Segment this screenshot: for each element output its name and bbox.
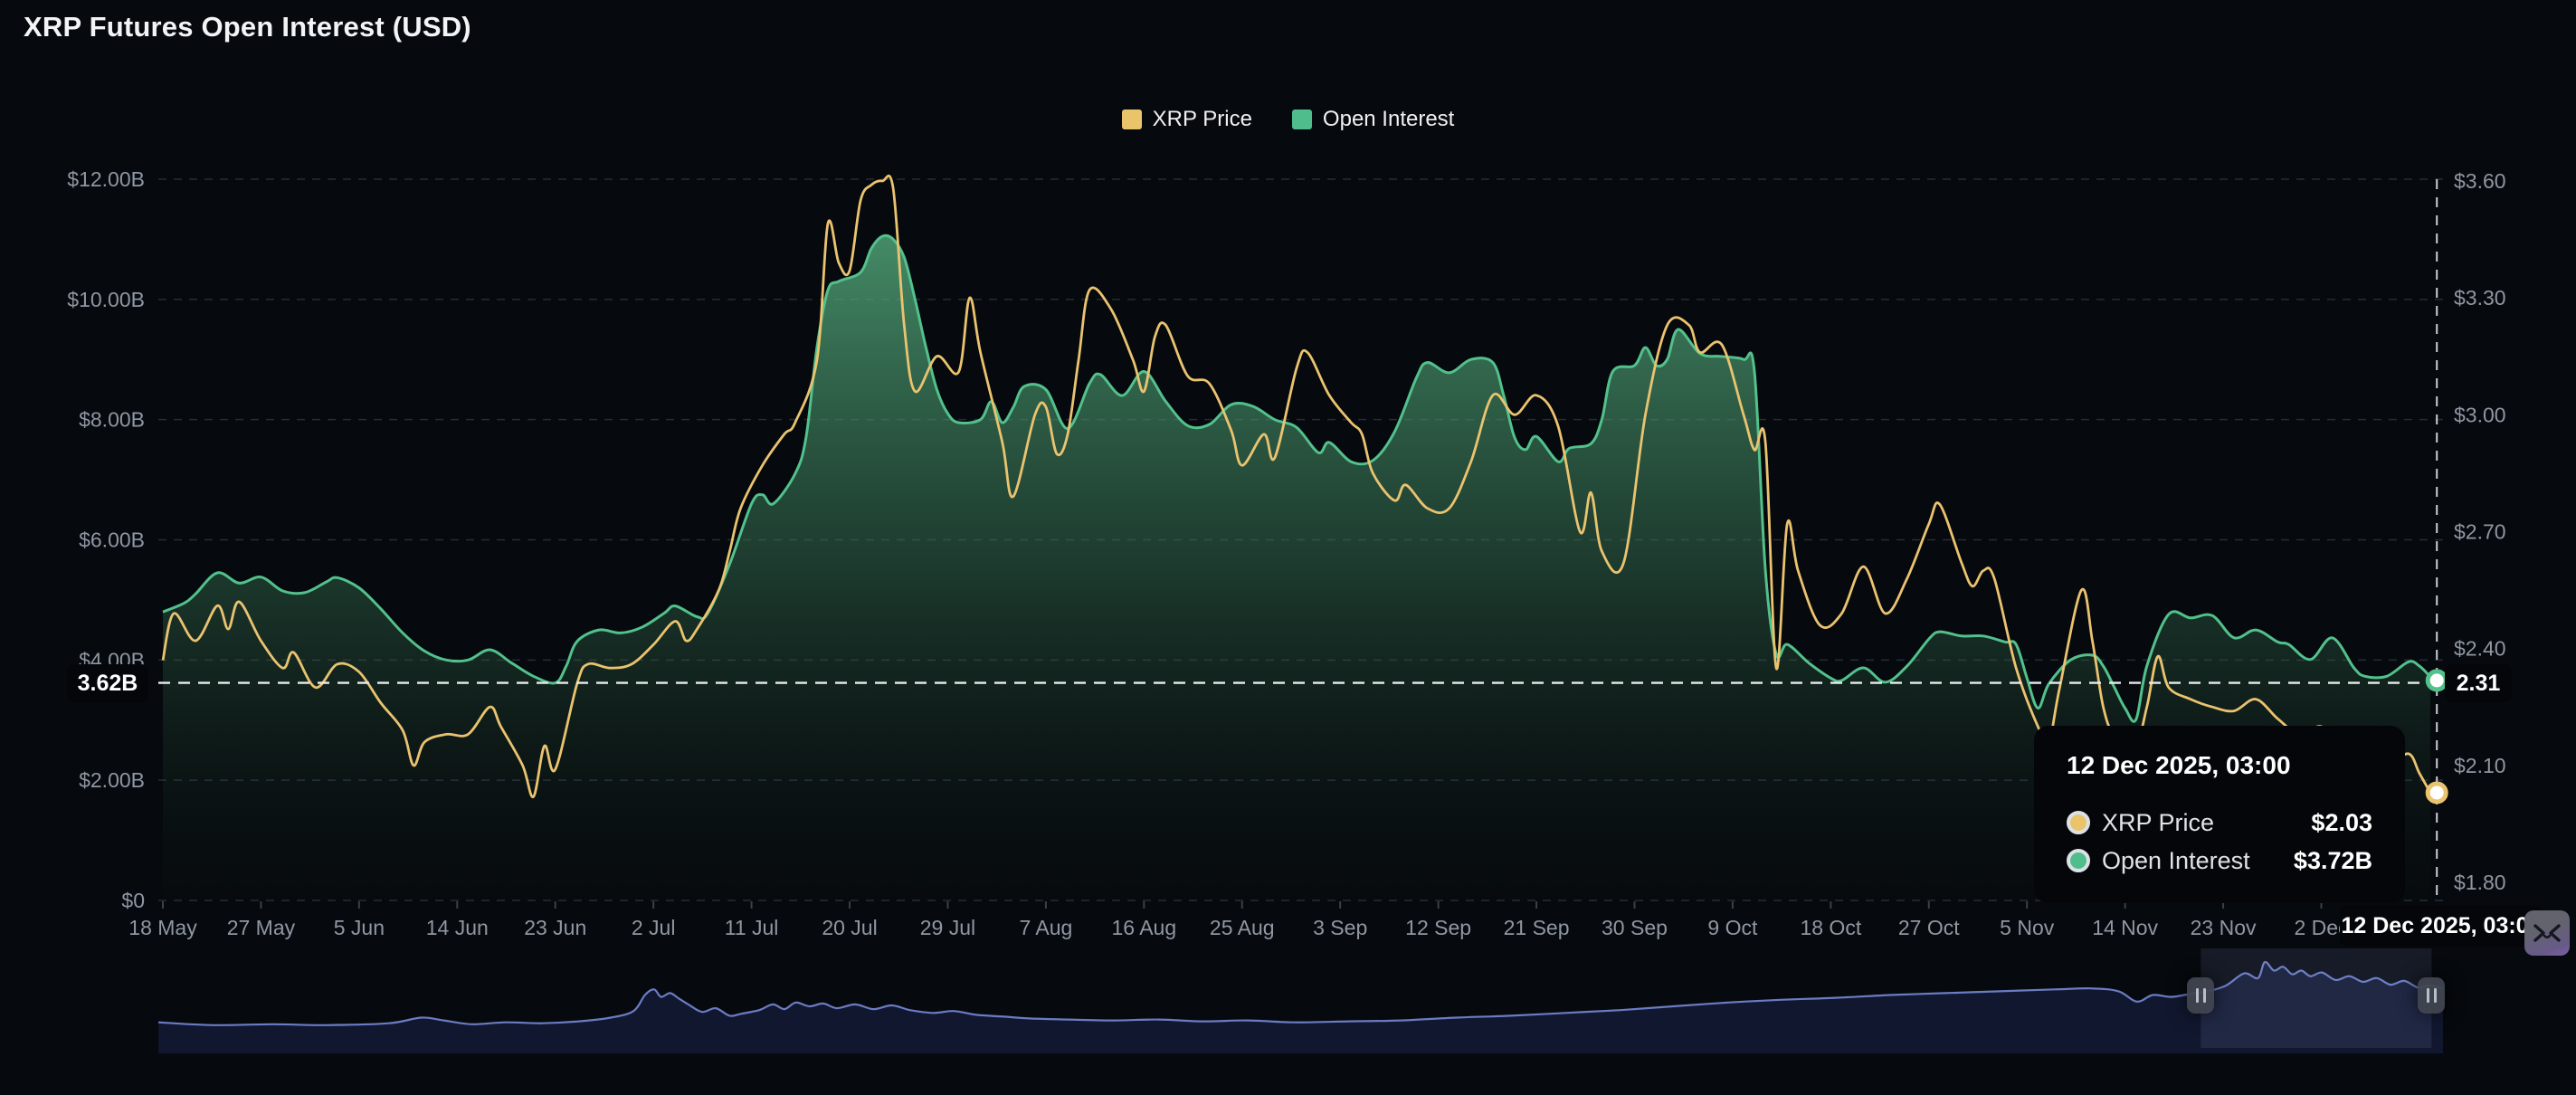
right-axis-tick: $3.00 [2454, 403, 2506, 426]
trading-chart-page: { "header": { "title": "XRP Futures Open… [0, 0, 2576, 1095]
left-axis-tick: $2.00B [79, 768, 145, 792]
right-axis-tick: $3.30 [2454, 286, 2506, 309]
x-axis-tick: 14 Jun [426, 916, 489, 939]
left-axis-tick: $12.00B [67, 167, 145, 191]
current-open-interest-badge: 3.62B [67, 664, 148, 702]
x-axis-tick: 23 Nov [2191, 916, 2257, 939]
x-axis-tick: 21 Sep [1504, 916, 1570, 939]
x-axis-tick: 18 May [128, 916, 197, 939]
tooltip-row-open-interest: Open Interest $3.72B [2067, 842, 2372, 880]
x-axis-tick: 9 Oct [1707, 916, 1758, 939]
tooltip-label-xrp-price: XRP Price [2102, 809, 2214, 837]
page-title: XRP Futures Open Interest (USD) [24, 11, 471, 43]
tooltip-label-open-interest: Open Interest [2102, 847, 2250, 875]
legend-label-open-interest: Open Interest [1323, 107, 1454, 132]
navigator-selection[interactable] [2201, 948, 2431, 1048]
navigator-left-handle[interactable] [2187, 977, 2214, 1014]
crosshair-date-badge: 12 Dec 2025, 03:00 [2340, 905, 2543, 947]
tooltip-row-xrp-price: XRP Price $2.03 [2067, 804, 2372, 842]
x-axis-tick: 23 Jun [524, 916, 586, 939]
left-axis-tick: $6.00B [79, 528, 145, 551]
x-axis-tick: 12 Sep [1405, 916, 1471, 939]
x-axis-tick: 27 May [227, 916, 296, 939]
open-interest-dot-icon [2067, 849, 2090, 872]
right-axis-tick: $2.10 [2454, 754, 2506, 777]
open-interest-swatch-icon [1292, 110, 1312, 129]
main-chart[interactable]: $12.00B $3.60 $10.00B $3.30 $8.00B $3.00 $6.00… [0, 0, 2576, 1095]
x-axis-tick: 11 Jul [725, 916, 779, 939]
legend-label-xrp-price: XRP Price [1153, 107, 1252, 132]
x-axis-tick: 30 Sep [1602, 916, 1668, 939]
open-interest-marker [2428, 671, 2446, 690]
x-axis-tick: 5 Jun [334, 916, 385, 939]
x-axis-tick: 29 Jul [920, 916, 975, 939]
x-axis-tick: 20 Jul [822, 916, 877, 939]
tooltip-value-open-interest: $3.72B [2294, 847, 2372, 875]
x-axis-tick: 2 Jul [632, 916, 676, 939]
legend-item-open-interest[interactable]: Open Interest [1292, 107, 1454, 132]
xrp-price-dot-icon [2067, 811, 2090, 834]
xrp-price-marker [2428, 784, 2446, 802]
left-axis-tick: $0 [121, 889, 145, 912]
collapse-button[interactable] [2524, 910, 2570, 956]
right-axis-tick: $2.70 [2454, 519, 2506, 543]
x-axis-tick: 3 Sep [1313, 916, 1367, 939]
right-axis-tick: $1.80 [2454, 871, 2506, 894]
x-axis-tick: 5 Nov [2000, 916, 2055, 939]
left-axis-tick: $10.00B [67, 288, 145, 311]
x-axis-tick: 27 Oct [1898, 916, 1960, 939]
legend-item-xrp-price[interactable]: XRP Price [1122, 107, 1252, 132]
x-axis-tick: 25 Aug [1210, 916, 1275, 939]
x-axis-tick: 18 Oct [1800, 916, 1861, 939]
xrp-price-swatch-icon [1122, 110, 1142, 129]
navigator-chart [158, 948, 2443, 1053]
right-axis-tick: $2.40 [2454, 637, 2506, 661]
tooltip-date: 12 Dec 2025, 03:00 [2067, 751, 2372, 780]
x-axis-tick: 16 Aug [1111, 916, 1176, 939]
x-axis-tick: 7 Aug [1019, 916, 1072, 939]
legend: XRP Price Open Interest [0, 107, 2576, 132]
navigator-right-handle[interactable] [2418, 977, 2445, 1014]
tooltip-value-xrp-price: $2.03 [2311, 809, 2372, 837]
current-price-badge: 2.31 [2445, 664, 2512, 702]
tooltip: 12 Dec 2025, 03:00 XRP Price $2.03 Open … [2034, 726, 2405, 903]
right-axis-tick: $3.60 [2454, 169, 2506, 193]
x-axis-tick: 14 Nov [2092, 916, 2158, 939]
left-axis-tick: $8.00B [79, 408, 145, 432]
collapse-icon [2532, 921, 2562, 945]
